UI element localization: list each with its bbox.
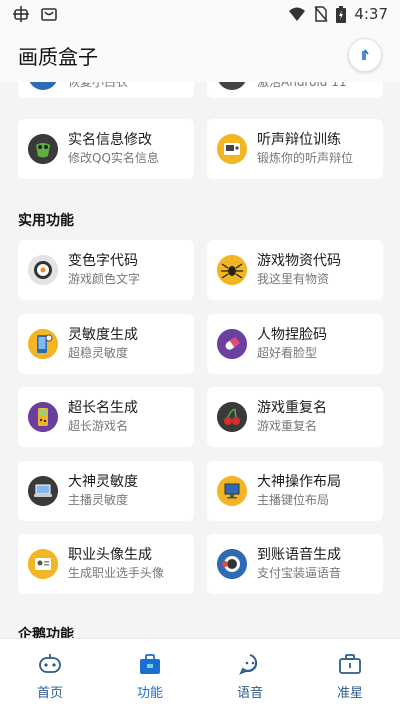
tab-home[interactable]: 首页: [0, 639, 100, 711]
card-real-name-edit[interactable]: 实名信息修改 修改QQ实名信息: [18, 119, 194, 179]
card-title: 大神操作布局: [257, 474, 341, 490]
card-payment-voice[interactable]: 到账语音生成 支付宝装逼语音: [207, 534, 383, 594]
bug-icon: [13, 6, 29, 22]
status-bar: 4:37: [0, 0, 400, 28]
card-subtitle: 游戏颜色文字: [68, 272, 141, 286]
card-title: 游戏重复名: [257, 400, 327, 416]
card-title: 大神灵敏度: [68, 474, 138, 490]
tab-label: 准星: [336, 686, 363, 701]
robot-icon: [38, 652, 62, 676]
card-subtitle: 我这里有物资: [257, 272, 330, 286]
status-left: [12, 5, 58, 23]
battery-charging-icon: [336, 5, 347, 23]
card-subtitle: 激活Android 11: [257, 82, 347, 89]
radio-icon: [217, 134, 247, 164]
status-time: 4:37: [354, 5, 388, 23]
phone-settings-icon: [28, 329, 58, 359]
status-right: 4:37: [288, 5, 388, 23]
card-title: 听声辩位训练: [257, 132, 341, 148]
card-pro-avatar[interactable]: 职业头像生成 生成职业选手头像: [18, 534, 194, 594]
card-subtitle: 生成职业选手头像: [68, 566, 165, 580]
card-subtitle: 游戏重复名: [257, 419, 318, 433]
card-title: 超长名生成: [68, 400, 138, 416]
section-title-penguin: 企鹅功能: [18, 627, 74, 638]
card-title: 实名信息修改: [68, 132, 152, 148]
wifi-icon: [289, 7, 306, 21]
card-title: 人物捏脸码: [257, 327, 327, 343]
card-subtitle: 修改QQ实名信息: [68, 151, 159, 165]
card-title: 灵敏度生成: [68, 327, 138, 343]
computer-icon: [217, 476, 247, 506]
tab-label: 语音: [236, 686, 263, 701]
page-title: 画质盒子: [18, 44, 98, 69]
avatar-icon: [28, 549, 58, 579]
card-subtitle: 超好看脸型: [257, 346, 318, 360]
app-bar: 画质盒子: [0, 28, 400, 82]
pill-icon: [217, 329, 247, 359]
card-pro-sensitivity[interactable]: 大神灵敏度 主播灵敏度: [18, 461, 194, 521]
mail-icon: [41, 8, 57, 21]
tab-voice[interactable]: 语音: [200, 639, 300, 711]
card-title: 变色字代码: [68, 253, 138, 269]
card-title: 游戏物资代码: [257, 253, 341, 269]
partial-icon-right: [217, 82, 247, 90]
card-duplicate-name[interactable]: 游戏重复名 游戏重复名: [207, 387, 383, 447]
bottom-tab-bar: 首页 功能 语音 准星: [0, 638, 400, 711]
card-subtitle: 主播键位布局: [257, 493, 330, 507]
function-list[interactable]: 恢复小白衣 激活Android 11 实名信息修改 修改QQ实名信息 听声辩位训…: [0, 82, 400, 638]
tab-functions[interactable]: 功能: [100, 639, 200, 711]
speech-face-icon: [238, 652, 262, 676]
partial-icon-left: [28, 82, 58, 90]
card-subtitle: 主播灵敏度: [68, 493, 129, 507]
card-pro-layout[interactable]: 大神操作布局 主播键位布局: [207, 461, 383, 521]
card-subtitle: 恢复小白衣: [68, 82, 129, 89]
card-subtitle: 超长游戏名: [68, 419, 129, 433]
coin-icon: [217, 549, 247, 579]
card-sound-training[interactable]: 听声辩位训练 锻炼你的听声辩位: [207, 119, 383, 179]
card-subtitle: 超稳灵敏度: [68, 346, 129, 360]
card-color-text-code[interactable]: 变色字代码 游戏颜色文字: [18, 240, 194, 300]
cherry-icon: [217, 402, 247, 432]
arrow-up-icon: [362, 49, 369, 60]
card-title: 职业头像生成: [68, 547, 152, 563]
spider-icon: [217, 255, 247, 285]
tab-label: 功能: [136, 686, 163, 701]
laptop-icon: [28, 476, 58, 506]
upload-button[interactable]: [348, 38, 382, 72]
card-face-code[interactable]: 人物捏脸码 超好看脸型: [207, 314, 383, 374]
card-long-name-gen[interactable]: 超长名生成 超长游戏名: [18, 387, 194, 447]
sushi-icon: [28, 255, 58, 285]
card-subtitle: 支付宝装逼语音: [257, 566, 342, 580]
tab-label: 首页: [36, 686, 63, 701]
partial-card-left[interactable]: 恢复小白衣: [18, 82, 194, 98]
toolbox-icon: [138, 652, 162, 676]
partial-card-right[interactable]: 激活Android 11: [207, 82, 383, 98]
briefcase-icon: [338, 652, 362, 676]
card-title: 到账语音生成: [257, 547, 341, 563]
section-title-practical: 实用功能: [18, 213, 74, 229]
card-sensitivity-gen[interactable]: 灵敏度生成 超稳灵敏度: [18, 314, 194, 374]
gameboy-icon: [28, 402, 58, 432]
card-subtitle: 锻炼你的听声辩位: [257, 151, 354, 165]
tab-crosshair[interactable]: 准星: [300, 639, 400, 711]
frog-icon: [28, 134, 58, 164]
card-game-item-code[interactable]: 游戏物资代码 我这里有物资: [207, 240, 383, 300]
no-sim-icon: [314, 6, 328, 22]
